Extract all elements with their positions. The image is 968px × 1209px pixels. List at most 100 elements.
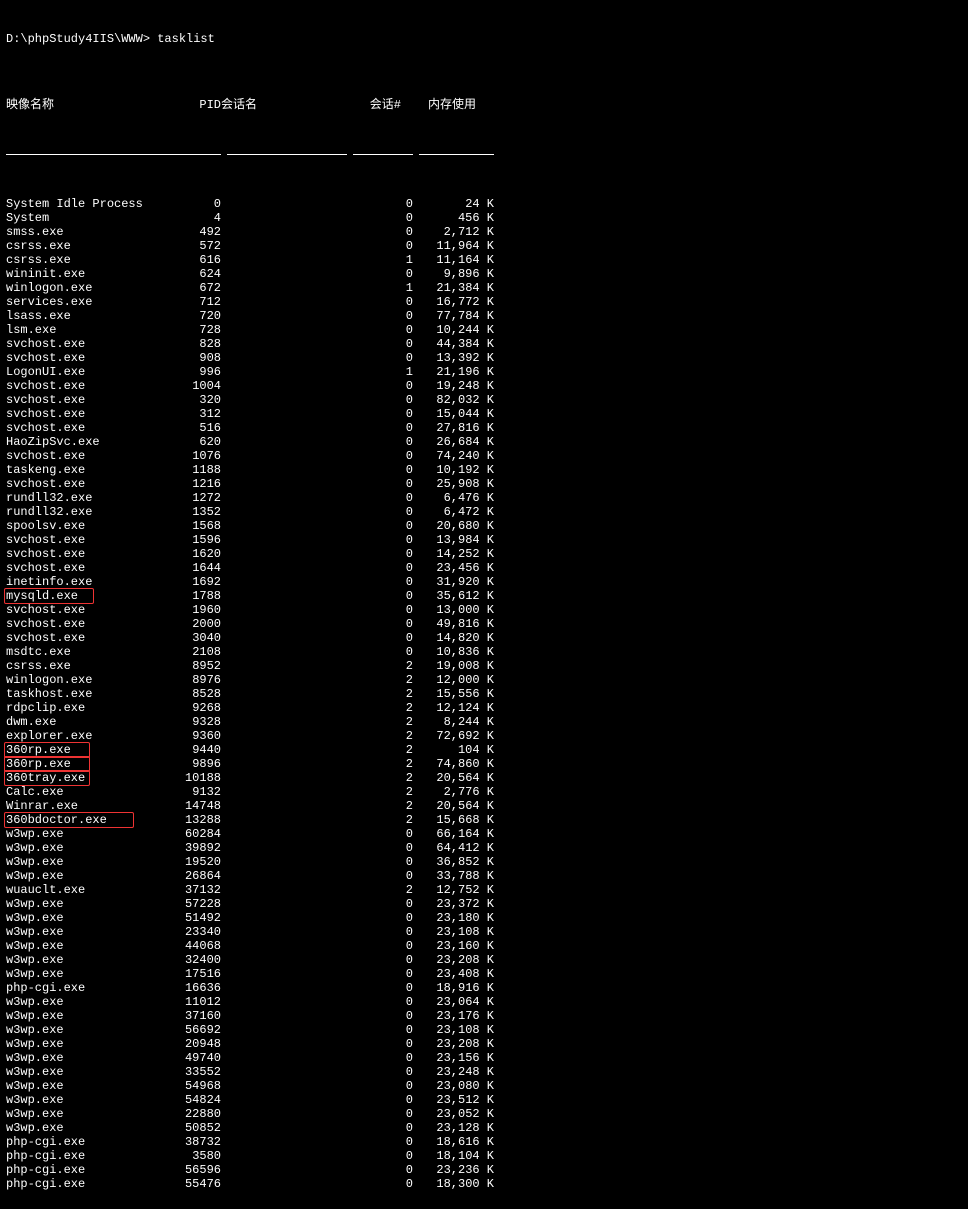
- process-pid: 720: [166, 309, 221, 323]
- process-name: svchost.exe: [6, 393, 166, 407]
- process-mem: 23,208 K: [413, 1037, 494, 1051]
- process-mem: 49,816 K: [413, 617, 494, 631]
- tasklist-header: 映像名称PID 会话名会话#内存使用: [6, 98, 962, 112]
- process-row: php-cgi.exe55476018,300 K: [6, 1177, 962, 1191]
- process-row: svchost.exe1596013,984 K: [6, 533, 962, 547]
- process-name: svchost.exe: [6, 477, 166, 491]
- process-row: taskhost.exe8528215,556 K: [6, 687, 962, 701]
- process-mem: 20,564 K: [413, 771, 494, 785]
- process-name: System Idle Process: [6, 197, 166, 211]
- process-row: smss.exe49202,712 K: [6, 225, 962, 239]
- process-sessnum: 0: [347, 967, 413, 981]
- process-mem: 31,920 K: [413, 575, 494, 589]
- process-name: w3wp.exe: [6, 827, 166, 841]
- process-mem: 11,964 K: [413, 239, 494, 253]
- process-row: w3wp.exe26864033,788 K: [6, 869, 962, 883]
- process-name: winlogon.exe: [6, 673, 166, 687]
- process-pid: 9328: [166, 715, 221, 729]
- process-row: System Idle Process0024 K: [6, 197, 962, 211]
- process-name: w3wp.exe: [6, 855, 166, 869]
- process-row: svchost.exe1620014,252 K: [6, 547, 962, 561]
- process-mem: 12,752 K: [413, 883, 494, 897]
- process-sessnum: 2: [347, 757, 413, 771]
- header-name: 映像名称: [6, 98, 166, 112]
- process-pid: 8952: [166, 659, 221, 673]
- process-pid: 49740: [166, 1051, 221, 1065]
- process-sessnum: 2: [347, 659, 413, 673]
- process-mem: 15,668 K: [413, 813, 494, 827]
- process-row: w3wp.exe11012023,064 K: [6, 995, 962, 1009]
- process-sessnum: 2: [347, 743, 413, 757]
- process-row: lsm.exe728010,244 K: [6, 323, 962, 337]
- process-name: 360tray.exe: [6, 771, 166, 785]
- process-name: explorer.exe: [6, 729, 166, 743]
- process-name: rdpclip.exe: [6, 701, 166, 715]
- process-sessnum: 0: [347, 617, 413, 631]
- process-name: w3wp.exe: [6, 939, 166, 953]
- process-row: w3wp.exe60284066,164 K: [6, 827, 962, 841]
- process-name: svchost.exe: [6, 603, 166, 617]
- process-name: svchost.exe: [6, 421, 166, 435]
- process-mem: 23,208 K: [413, 953, 494, 967]
- process-pid: 9896: [166, 757, 221, 771]
- process-sessnum: 0: [347, 1093, 413, 1107]
- process-sessnum: 2: [347, 687, 413, 701]
- process-mem: 13,000 K: [413, 603, 494, 617]
- process-mem: 23,156 K: [413, 1051, 494, 1065]
- terminal-output[interactable]: D:\phpStudy4IIS\WWW> tasklist 映像名称PID 会话…: [0, 0, 968, 1209]
- process-mem: 23,408 K: [413, 967, 494, 981]
- process-pid: 9268: [166, 701, 221, 715]
- process-name: w3wp.exe: [6, 1009, 166, 1023]
- process-sessnum: 0: [347, 463, 413, 477]
- process-mem: 18,916 K: [413, 981, 494, 995]
- process-mem: 20,564 K: [413, 799, 494, 813]
- process-pid: 16636: [166, 981, 221, 995]
- process-pid: 828: [166, 337, 221, 351]
- process-sessnum: 0: [347, 491, 413, 505]
- command-prompt: D:\phpStudy4IIS\WWW> tasklist: [6, 32, 962, 46]
- process-sessnum: 0: [347, 295, 413, 309]
- process-mem: 8,244 K: [413, 715, 494, 729]
- process-pid: 19520: [166, 855, 221, 869]
- process-name: svchost.exe: [6, 351, 166, 365]
- process-pid: 54824: [166, 1093, 221, 1107]
- process-row: w3wp.exe32400023,208 K: [6, 953, 962, 967]
- process-sessnum: 0: [347, 519, 413, 533]
- process-name: w3wp.exe: [6, 1065, 166, 1079]
- process-sessnum: 2: [347, 799, 413, 813]
- process-sessnum: 0: [347, 841, 413, 855]
- process-list: System Idle Process0024 KSystem40456 Ksm…: [6, 197, 962, 1191]
- process-mem: 66,164 K: [413, 827, 494, 841]
- process-mem: 11,164 K: [413, 253, 494, 267]
- process-row: w3wp.exe54968023,080 K: [6, 1079, 962, 1093]
- process-mem: 23,236 K: [413, 1163, 494, 1177]
- process-sessnum: 0: [347, 477, 413, 491]
- process-sessnum: 1: [347, 365, 413, 379]
- process-row: msdtc.exe2108010,836 K: [6, 645, 962, 659]
- process-row: winlogon.exe672121,384 K: [6, 281, 962, 295]
- process-name: rundll32.exe: [6, 505, 166, 519]
- process-pid: 56596: [166, 1163, 221, 1177]
- process-sessnum: 0: [347, 869, 413, 883]
- header-sess: 会话名: [221, 98, 341, 112]
- process-pid: 1620: [166, 547, 221, 561]
- process-sessnum: 0: [347, 1037, 413, 1051]
- process-row: lsass.exe720077,784 K: [6, 309, 962, 323]
- process-name: svchost.exe: [6, 631, 166, 645]
- process-row: wininit.exe62409,896 K: [6, 267, 962, 281]
- process-name: smss.exe: [6, 225, 166, 239]
- process-pid: 1960: [166, 603, 221, 617]
- process-row: w3wp.exe17516023,408 K: [6, 967, 962, 981]
- process-mem: 6,472 K: [413, 505, 494, 519]
- process-pid: 624: [166, 267, 221, 281]
- process-name: LogonUI.exe: [6, 365, 166, 379]
- process-name: w3wp.exe: [6, 911, 166, 925]
- process-row: svchost.exe1644023,456 K: [6, 561, 962, 575]
- process-name: svchost.exe: [6, 533, 166, 547]
- process-pid: 26864: [166, 869, 221, 883]
- process-row: svchost.exe312015,044 K: [6, 407, 962, 421]
- process-row: svchost.exe1960013,000 K: [6, 603, 962, 617]
- process-pid: 1216: [166, 477, 221, 491]
- process-row: svchost.exe3040014,820 K: [6, 631, 962, 645]
- process-name: w3wp.exe: [6, 1107, 166, 1121]
